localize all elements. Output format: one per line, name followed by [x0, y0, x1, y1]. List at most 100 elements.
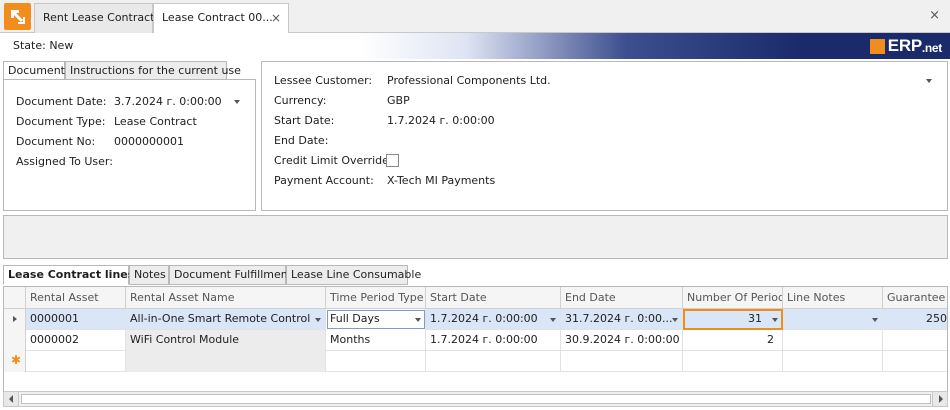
- guarantee-cell[interactable]: [883, 330, 947, 351]
- start-date-cell[interactable]: 1.7.2024 г. 0:00:00: [426, 309, 561, 330]
- tab-label: Lease Contract 00...: [162, 11, 273, 24]
- column-header[interactable]: Time Period Type: [326, 287, 426, 309]
- document-no-label: Document No:: [16, 135, 96, 148]
- guarantee-cell[interactable]: [883, 351, 947, 372]
- payment-account-field[interactable]: X-Tech MI Payments: [387, 174, 495, 187]
- close-icon[interactable]: ×: [929, 8, 940, 23]
- rental-asset-name-cell[interactable]: All-in-One Smart Remote Control: [126, 309, 326, 330]
- arrow-right-icon: [939, 395, 943, 403]
- time-period-type-cell[interactable]: Full Days: [326, 309, 426, 330]
- rental-asset-name-cell[interactable]: WiFi Control Module: [126, 330, 326, 351]
- rental-asset-name-cell[interactable]: [126, 351, 326, 372]
- start-date-row: Start Date: 1.7.2024 г. 0:00:00: [274, 114, 944, 130]
- line-notes-cell[interactable]: [783, 330, 883, 351]
- app-logo-icon[interactable]: [4, 3, 31, 30]
- scroll-left-button[interactable]: [4, 392, 19, 406]
- number-of-periods-cell[interactable]: [683, 351, 783, 372]
- arrow-left-icon: [9, 395, 13, 403]
- start-date-label: Start Date:: [274, 114, 335, 127]
- tab-rent-lease-contracts[interactable]: Rent Lease Contracts: [34, 3, 160, 33]
- scroll-right-button[interactable]: [932, 392, 947, 406]
- horizontal-scrollbar[interactable]: [3, 391, 948, 407]
- end-date-cell[interactable]: 31.7.2024 г. 0:00...: [561, 309, 683, 330]
- document-no-row: Document No: 0000000001: [16, 135, 251, 151]
- table-row[interactable]: 0000002 WiFi Control Module Months 1.7.2…: [4, 330, 947, 351]
- row-indicator[interactable]: [4, 330, 26, 351]
- document-state: State: New: [13, 39, 74, 52]
- new-row-icon: ✱: [11, 353, 22, 367]
- close-tab-icon[interactable]: ×: [271, 4, 281, 32]
- credit-limit-label: Credit Limit Override:: [274, 154, 393, 167]
- chevron-down-icon[interactable]: [415, 318, 421, 322]
- tab-document-fulfillments[interactable]: Document Fulfillments: [169, 265, 298, 285]
- tab-label: Document: [8, 64, 65, 77]
- end-date-cell[interactable]: [561, 351, 683, 372]
- rental-asset-cell[interactable]: 0000001: [26, 309, 126, 330]
- time-period-type-cell[interactable]: [326, 351, 426, 372]
- chevron-down-icon[interactable]: [315, 318, 321, 322]
- chevron-down-icon[interactable]: [234, 100, 240, 104]
- document-tab-bar: Rent Lease Contracts Lease Contract 00..…: [0, 0, 950, 34]
- credit-limit-checkbox[interactable]: [386, 154, 399, 167]
- scrollbar-thumb[interactable]: [21, 394, 931, 404]
- row-indicator[interactable]: ✱: [4, 351, 26, 372]
- start-date-cell[interactable]: [426, 351, 561, 372]
- rental-asset-cell[interactable]: [26, 351, 126, 372]
- start-date-cell[interactable]: 1.7.2024 г. 0:00:00: [426, 330, 561, 351]
- tab-label: Lease Contract lines: [8, 268, 135, 281]
- customer-panel: Lessee Customer: Professional Components…: [261, 61, 948, 211]
- erp-net-logo: ERP .net: [869, 36, 942, 55]
- assigned-user-row: Assigned To User:: [16, 155, 251, 171]
- line-notes-cell[interactable]: [783, 309, 883, 330]
- tab-label: Instructions for the current use: [70, 64, 241, 77]
- tab-lease-contract[interactable]: Lease Contract 00... ×: [153, 3, 289, 34]
- column-header[interactable]: Guarantee A: [883, 287, 947, 309]
- payment-account-row: Payment Account: X-Tech MI Payments: [274, 174, 944, 190]
- guarantee-cell[interactable]: 250: [883, 309, 947, 330]
- end-date-cell[interactable]: 30.9.2024 г. 0:00:00: [561, 330, 683, 351]
- lessee-customer-field[interactable]: Professional Components Ltd.: [387, 74, 551, 87]
- end-date-row: End Date:: [274, 134, 944, 150]
- credit-limit-row: Credit Limit Override:: [274, 154, 944, 170]
- time-period-type-cell[interactable]: Months: [326, 330, 426, 351]
- empty-panel: [3, 215, 948, 259]
- start-date-field[interactable]: 1.7.2024 г. 0:00:00: [387, 114, 495, 127]
- rental-asset-cell[interactable]: 0000002: [26, 330, 126, 351]
- line-notes-cell[interactable]: [783, 351, 883, 372]
- column-header[interactable]: Rental Asset: [26, 287, 126, 309]
- chevron-down-icon[interactable]: [926, 79, 932, 83]
- column-header[interactable]: End Date: [561, 287, 683, 309]
- tab-notes[interactable]: Notes: [129, 265, 169, 285]
- document-date-field[interactable]: 3.7.2024 г. 0:00:00: [114, 95, 222, 108]
- brand-mark-icon: [869, 38, 885, 54]
- tab-lease-line-consumable[interactable]: Lease Line Consumable: [286, 265, 421, 285]
- document-date-row: Document Date: 3.7.2024 г. 0:00:00: [16, 95, 251, 111]
- table-row[interactable]: 0000001 All-in-One Smart Remote Control …: [4, 309, 947, 330]
- tab-label: Rent Lease Contracts: [43, 11, 161, 24]
- current-row-icon: [13, 316, 17, 322]
- chevron-down-icon[interactable]: [672, 318, 678, 322]
- tab-label: Document Fulfillments: [174, 268, 298, 281]
- end-date-label: End Date:: [274, 134, 329, 147]
- tab-lease-contract-lines[interactable]: Lease Contract lines: [3, 265, 134, 285]
- cell-text: 31.7.2024 г. 0:00...: [565, 312, 673, 325]
- number-of-periods-cell[interactable]: 2: [683, 330, 783, 351]
- tab-document[interactable]: Document: [3, 61, 65, 80]
- column-header[interactable]: Rental Asset Name: [126, 287, 326, 309]
- row-indicator[interactable]: [4, 309, 26, 330]
- currency-field[interactable]: GBP: [387, 94, 410, 107]
- column-header[interactable]: Line Notes: [783, 287, 883, 309]
- document-no-field[interactable]: 0000000001: [114, 135, 184, 148]
- chevron-down-icon[interactable]: [550, 318, 556, 322]
- tab-instructions[interactable]: Instructions for the current use: [65, 61, 241, 80]
- tab-label: Notes: [134, 268, 166, 281]
- document-date-label: Document Date:: [16, 95, 107, 108]
- new-row[interactable]: ✱: [4, 351, 947, 372]
- column-header[interactable]: Start Date: [426, 287, 561, 309]
- chevron-down-icon[interactable]: [872, 318, 878, 322]
- row-indicator-header: [4, 287, 26, 309]
- number-of-periods-cell[interactable]: 31: [683, 309, 783, 330]
- chevron-down-icon[interactable]: [772, 318, 778, 322]
- cell-text: Full Days: [330, 312, 380, 325]
- column-header[interactable]: Number Of Periods: [683, 287, 783, 309]
